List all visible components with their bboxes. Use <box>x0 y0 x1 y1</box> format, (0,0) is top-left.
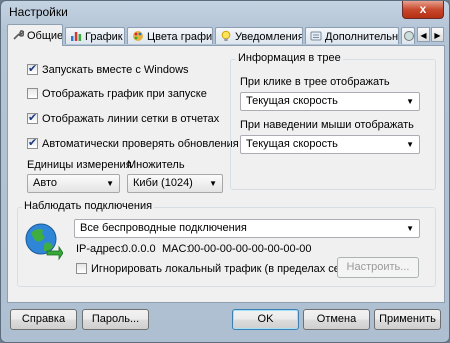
tab-advanced[interactable]: Дополнительные <box>305 27 399 44</box>
tab-more[interactable] <box>401 27 415 44</box>
configure-button[interactable]: Настроить... <box>337 257 419 278</box>
tray-click-value: Текущая скорость <box>246 95 338 107</box>
checkbox-box[interactable] <box>27 88 38 99</box>
checkbox-label: Отображать график при запуске <box>42 88 207 100</box>
units-label: Единицы измерения <box>27 159 132 171</box>
title-bar: Настройки x <box>1 1 449 23</box>
mac-label: MAC: <box>162 243 190 255</box>
chevron-down-icon: ▼ <box>406 97 414 106</box>
apply-button[interactable]: Применить <box>374 309 441 330</box>
ok-button[interactable]: OK <box>232 309 299 330</box>
ignore-local-traffic-checkbox[interactable]: Игнорировать локальный трафик (в предела… <box>76 262 354 276</box>
tab-general-label: Общие <box>27 30 63 42</box>
tab-graph-label: График <box>85 31 123 43</box>
settings-window: Настройки x Общие График Цвета графика У… <box>0 0 450 343</box>
ip-label: IP-адрес: <box>76 243 124 255</box>
checkbox-box[interactable] <box>27 136 38 150</box>
wrench-icon <box>12 29 25 41</box>
network-globe-icon <box>25 223 63 261</box>
units-select[interactable]: Авто ▼ <box>27 174 120 193</box>
globe-small-icon <box>403 30 414 42</box>
connection-select[interactable]: Все беспроводные подключения ▼ <box>74 219 420 238</box>
multiplier-value: Киби (1024) <box>133 177 193 189</box>
tab-general[interactable]: Общие <box>7 24 63 46</box>
tray-click-label: При клике в трее отображать <box>240 76 390 88</box>
tab-graph-colors-label: Цвета графика <box>147 31 213 43</box>
mac-value: 00-00-00-00-00-00-00-00 <box>188 243 312 255</box>
tab-graph-colors[interactable]: Цвета графика <box>127 27 213 44</box>
general-panel: Запускать вместе с Windows Отображать гр… <box>7 45 445 303</box>
tray-hover-select[interactable]: Текущая скорость ▼ <box>240 135 420 154</box>
settings-icon <box>310 30 322 42</box>
checkbox-box[interactable] <box>76 263 87 274</box>
tab-notifications[interactable]: Уведомления <box>215 27 303 44</box>
chevron-down-icon: ▼ <box>406 140 414 149</box>
checkbox-label: Отображать линии сетки в отчетах <box>42 113 220 125</box>
multiplier-select[interactable]: Киби (1024) ▼ <box>127 174 223 193</box>
help-button[interactable]: Справка <box>10 309 77 330</box>
checkbox-label: Запускать вместе с Windows <box>42 64 189 76</box>
password-button[interactable]: Пароль... <box>82 309 149 330</box>
connections-title: Наблюдать подключения <box>22 200 155 212</box>
tab-notifications-label: Уведомления <box>235 31 303 43</box>
tray-click-select[interactable]: Текущая скорость ▼ <box>240 92 420 111</box>
tab-scroll-left-button[interactable]: ◀ <box>417 27 430 42</box>
checkbox-label: Игнорировать локальный трафик (в предела… <box>91 263 355 275</box>
connection-value: Все беспроводные подключения <box>80 222 247 234</box>
multiplier-label: Множитель <box>127 159 185 171</box>
units-value: Авто <box>33 177 57 189</box>
tab-strip: Общие График Цвета графика Уведомления Д… <box>7 24 445 46</box>
start-with-windows-checkbox[interactable]: Запускать вместе с Windows <box>27 62 189 77</box>
chevron-down-icon: ▼ <box>406 224 414 233</box>
checkbox-label: Автоматически проверять обновления <box>42 138 239 150</box>
auto-check-updates-checkbox[interactable]: Автоматически проверять обновления <box>27 136 239 151</box>
tray-info-title: Информация в трее <box>236 52 343 64</box>
palette-icon <box>132 30 144 42</box>
tab-advanced-label: Дополнительные <box>325 31 399 43</box>
tray-hover-label: При наведении мыши отображать <box>240 119 414 131</box>
bulb-icon <box>220 30 232 42</box>
tab-scroll-right-button[interactable]: ▶ <box>431 27 444 42</box>
cancel-button[interactable]: Отмена <box>303 309 370 330</box>
chevron-down-icon: ▼ <box>106 179 114 188</box>
show-graph-on-start-checkbox[interactable]: Отображать график при запуске <box>27 87 207 101</box>
show-grid-lines-checkbox[interactable]: Отображать линии сетки в отчетах <box>27 111 220 126</box>
checkbox-box[interactable] <box>27 111 38 125</box>
window-title: Настройки <box>9 5 68 19</box>
chevron-down-icon: ▼ <box>209 179 217 188</box>
chart-icon <box>70 30 82 42</box>
tab-graph[interactable]: График <box>65 27 125 44</box>
tray-hover-value: Текущая скорость <box>246 138 338 150</box>
ip-value: 0.0.0.0 <box>122 243 156 255</box>
checkbox-box[interactable] <box>27 62 38 76</box>
close-button[interactable]: x <box>402 1 444 19</box>
